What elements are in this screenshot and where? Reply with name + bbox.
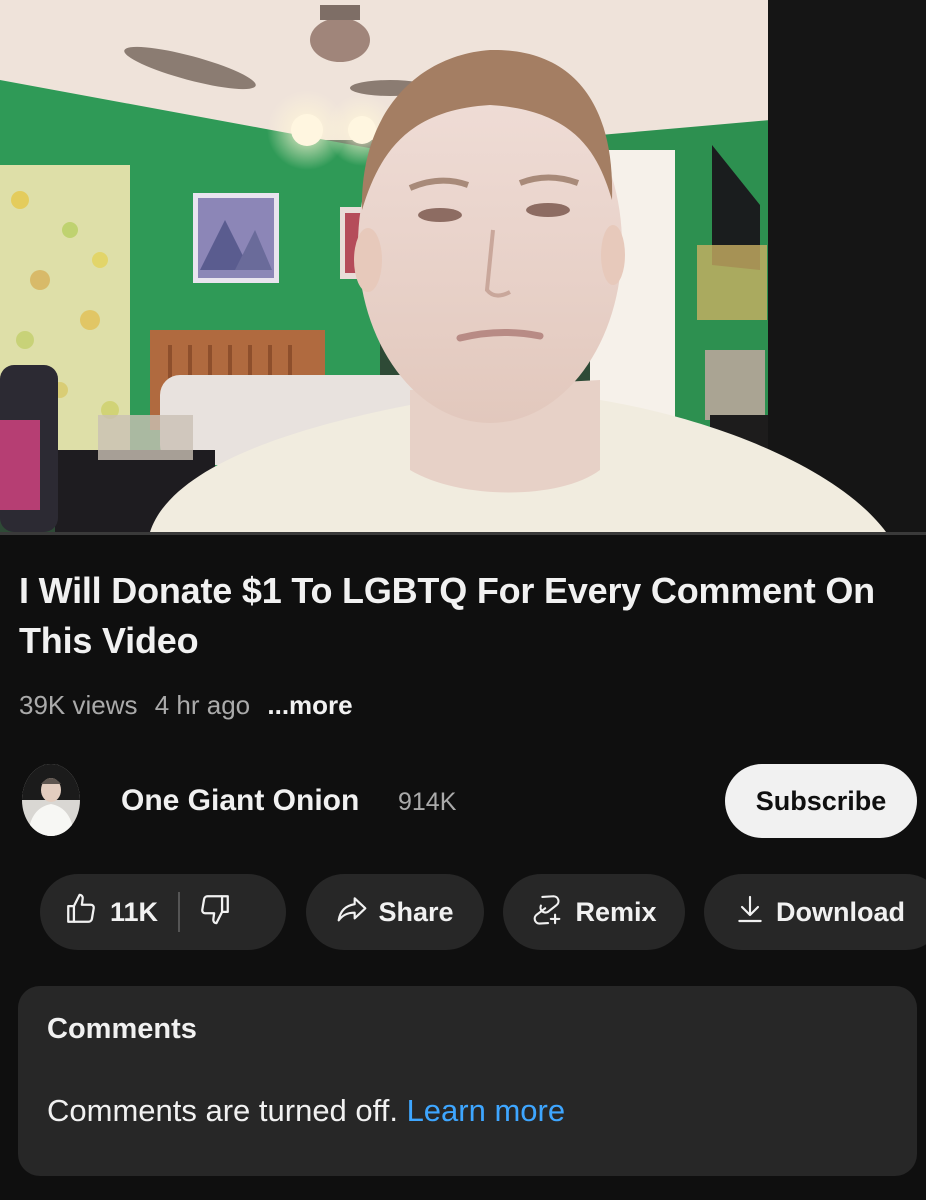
download-label: Download (776, 896, 905, 927)
thumbs-down-icon[interactable] (198, 892, 232, 933)
comments-off-text: Comments are turned off. (47, 1093, 398, 1128)
remix-icon (531, 892, 565, 933)
like-button[interactable]: 11K (64, 892, 158, 933)
action-bar: 11K Share Remix Download (0, 874, 926, 950)
comments-title: Comments (47, 1013, 197, 1045)
subscriber-count: 914K (398, 788, 457, 816)
download-icon (734, 893, 766, 932)
share-arrow-icon (336, 893, 368, 932)
download-button[interactable]: Download (704, 874, 926, 950)
thumbs-up-icon (64, 892, 98, 933)
comments-panel[interactable]: Comments Comments are turned off. Learn … (18, 986, 917, 1176)
like-dislike-pill: 11K (40, 874, 286, 950)
like-count: 11K (110, 896, 159, 927)
learn-more-link[interactable]: Learn more (407, 1093, 566, 1128)
more-link[interactable]: ...more (267, 690, 352, 720)
view-count: 39K views (19, 690, 138, 720)
like-divider (178, 892, 181, 932)
channel-name[interactable]: One Giant Onion (121, 784, 359, 818)
comments-disabled-notice: Comments are turned off. Learn more (47, 1093, 565, 1129)
share-button[interactable]: Share (306, 874, 484, 950)
subscribe-button[interactable]: Subscribe (725, 764, 917, 838)
upload-age: 4 hr ago (154, 690, 251, 720)
avatar-image (22, 764, 80, 836)
video-frame-image (0, 0, 926, 532)
channel-row: One Giant Onion 914K Subscribe (0, 760, 926, 844)
remix-label: Remix (575, 896, 657, 927)
share-label: Share (378, 896, 454, 927)
video-meta[interactable]: 39K views 4 hr ago ...more (19, 690, 353, 721)
video-player[interactable] (0, 0, 926, 532)
video-title[interactable]: I Will Donate $1 To LGBTQ For Every Comm… (19, 566, 899, 666)
remix-button[interactable]: Remix (503, 874, 685, 950)
video-progress-track[interactable] (0, 532, 926, 535)
channel-avatar[interactable] (22, 764, 80, 836)
